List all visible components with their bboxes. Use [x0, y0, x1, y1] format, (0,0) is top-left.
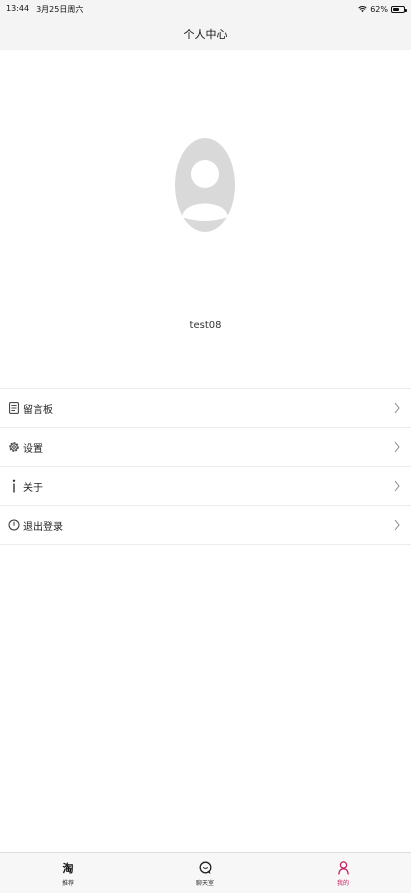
- menu-item-message-board[interactable]: 留言板: [0, 389, 411, 428]
- tab-mine[interactable]: 我的: [313, 853, 373, 893]
- status-bar: 13:44 3月25日周六 62%: [0, 0, 411, 18]
- menu-item-about[interactable]: 关于: [0, 467, 411, 506]
- tab-chatroom[interactable]: 聊天室: [175, 853, 235, 893]
- menu-item-logout[interactable]: 退出登录: [0, 506, 411, 545]
- bottom-tab-bar: 淘 推荐 聊天室 我的: [0, 852, 411, 893]
- user-avatar-icon[interactable]: [175, 137, 235, 233]
- nav-bar: 个人中心: [0, 18, 411, 50]
- chat-icon: [197, 860, 213, 876]
- message-board-icon: [8, 401, 20, 415]
- chevron-right-icon: [394, 402, 400, 414]
- username: test08: [189, 320, 222, 331]
- person-icon: [335, 860, 351, 876]
- tab-label: 我的: [336, 879, 349, 887]
- profile-section: test08: [0, 50, 411, 388]
- page-title: 个人中心: [183, 28, 228, 41]
- battery-percent: 62%: [370, 4, 388, 14]
- menu-item-label: 关于: [23, 482, 43, 494]
- battery-level: [393, 7, 400, 11]
- menu-item-label: 退出登录: [23, 521, 63, 533]
- chevron-right-icon: [394, 480, 400, 492]
- tab-recommend[interactable]: 淘 推荐: [38, 853, 98, 893]
- chevron-right-icon: [394, 441, 400, 453]
- menu-item-settings[interactable]: 设置: [0, 428, 411, 467]
- status-time: 13:44: [6, 3, 30, 13]
- chevron-right-icon: [394, 519, 400, 531]
- power-icon: [8, 518, 20, 532]
- status-date: 3月25日周六: [36, 4, 84, 14]
- info-icon: [8, 479, 20, 493]
- menu-item-label: 设置: [23, 443, 43, 455]
- taobao-icon: 淘: [62, 861, 74, 875]
- tab-label: 聊天室: [195, 879, 214, 887]
- battery-icon: [391, 5, 407, 13]
- gear-icon: [8, 440, 20, 454]
- menu-item-label: 留言板: [23, 404, 53, 416]
- wifi-icon: [358, 6, 367, 13]
- settings-menu: 留言板 设置 关于 退出登录: [0, 388, 411, 545]
- tab-label: 推荐: [61, 879, 74, 887]
